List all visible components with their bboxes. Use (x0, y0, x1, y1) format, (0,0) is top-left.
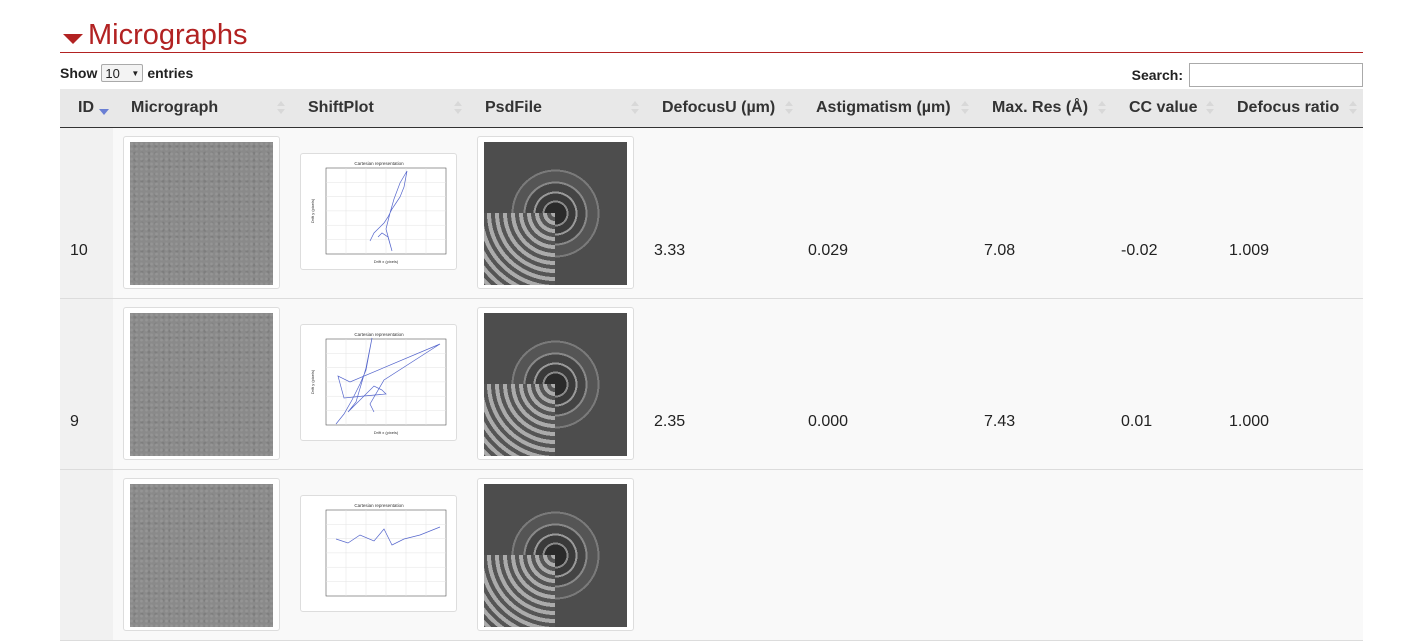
psd-simulated-quadrant (484, 213, 555, 285)
column-label: ID (78, 99, 94, 116)
search-control: Search: (1132, 63, 1363, 87)
defocus-ratio-value: 1.009 (1229, 242, 1270, 259)
section-title: Micrographs (88, 19, 248, 51)
psd-thumbnail[interactable] (477, 136, 634, 289)
plot-y-label: Drift y (pixels) (310, 198, 315, 223)
section-header-micrographs[interactable]: Micrographs (60, 14, 1363, 53)
astigmatism-value: 0.000 (808, 413, 849, 430)
table-row[interactable]: 10 3.33 0.029 7.08 -0.02 1.009 Cartesian repre… (60, 128, 1363, 299)
column-label: Astigmatism (µm) (816, 99, 951, 116)
table-header: ID Micrograph ShiftPlot PsdFile DefocusU… (60, 89, 1363, 128)
column-header-cc-value[interactable]: CC value (1129, 89, 1197, 127)
sort-icon (785, 101, 793, 115)
column-label: Micrograph (131, 99, 219, 116)
table-body: 10 3.33 0.029 7.08 -0.02 1.009 Cartesian repre… (60, 128, 1363, 641)
plot-title: Cartesian representation (354, 503, 404, 508)
sort-icon (1349, 101, 1357, 115)
sort-icon (961, 101, 969, 115)
shift-plot-chart: Cartesian representation (325, 503, 447, 597)
plot-x-label: Drift x (pixels) (374, 430, 399, 435)
table-row[interactable]: Cartesian representation (60, 470, 1363, 641)
max-res-value: 7.08 (984, 242, 1016, 259)
psd-image (484, 313, 627, 456)
column-label: Max. Res (Å) (992, 99, 1089, 116)
column-header-max-res[interactable]: Max. Res (Å) (992, 89, 1088, 127)
max-res-value: 7.43 (984, 413, 1016, 430)
column-label: Defocus ratio (1237, 99, 1340, 116)
shift-plot-chart: Cartesian representation Drift x (pixels)… (310, 161, 447, 264)
plot-title: Cartesian representation (354, 332, 404, 337)
psd-simulated-quadrant (484, 384, 555, 456)
sort-icon (1206, 101, 1214, 115)
entries-select[interactable]: 10 ▼ (101, 64, 144, 82)
search-label: Search: (1131, 67, 1183, 83)
cc-value: -0.02 (1121, 242, 1158, 259)
sort-icon (631, 101, 639, 115)
micrograph-thumbnail[interactable] (123, 136, 280, 289)
column-label: ShiftPlot (308, 99, 374, 116)
show-label: Show (60, 65, 98, 81)
sort-icon (454, 101, 462, 115)
column-label: DefocusU (µm) (662, 99, 776, 116)
id-cell (60, 470, 113, 640)
column-header-shiftplot[interactable]: ShiftPlot (308, 89, 374, 127)
cc-value: 0.01 (1121, 413, 1153, 430)
shiftplot-thumbnail[interactable]: Cartesian representation (300, 495, 457, 612)
micrographs-table: ID Micrograph ShiftPlot PsdFile DefocusU… (60, 89, 1363, 641)
shiftplot-thumbnail[interactable]: Cartesian representation Drift x (pixels)… (300, 153, 457, 270)
column-header-astigmatism[interactable]: Astigmatism (µm) (816, 89, 951, 127)
micrograph-image (130, 484, 273, 627)
column-header-defocus-ratio[interactable]: Defocus ratio (1237, 89, 1339, 127)
sort-icon (1098, 101, 1106, 115)
psd-simulated-quadrant (484, 555, 555, 627)
micrograph-thumbnail[interactable] (123, 307, 280, 460)
psd-thumbnail[interactable] (477, 307, 634, 460)
defocus-u-value: 3.33 (654, 242, 686, 259)
entries-select-value: 10 (105, 65, 120, 81)
id-cell (60, 299, 113, 469)
id-value: 10 (70, 242, 88, 259)
select-arrow-icon: ▼ (131, 68, 140, 78)
micrograph-image (130, 142, 273, 285)
defocus-u-value: 2.35 (654, 413, 686, 430)
micrograph-thumbnail[interactable] (123, 478, 280, 631)
column-label: PsdFile (485, 99, 542, 116)
page-length-control: Show 10 ▼ entries (60, 64, 193, 82)
column-header-id[interactable]: ID (78, 89, 94, 127)
column-header-micrograph[interactable]: Micrograph (131, 89, 218, 127)
psd-thumbnail[interactable] (477, 478, 634, 631)
psd-image (484, 484, 627, 627)
column-header-defocusu[interactable]: DefocusU (µm) (662, 89, 775, 127)
plot-title: Cartesian representation (354, 161, 404, 166)
plot-x-label: Drift x (pixels) (374, 259, 399, 264)
defocus-ratio-value: 1.000 (1229, 413, 1270, 430)
shift-plot-chart: Cartesian representation Drift x (pixels)… (310, 332, 447, 435)
astigmatism-value: 0.029 (808, 242, 849, 259)
plot-y-label: Drift y (pixels) (310, 369, 315, 394)
table-row[interactable]: 9 2.35 0.000 7.43 0.01 1.000 Cartesian represe… (60, 299, 1363, 470)
id-value: 9 (70, 413, 79, 430)
sort-descending-icon (99, 109, 109, 115)
column-label: CC value (1129, 99, 1198, 116)
sort-icon (277, 101, 285, 115)
entries-label: entries (147, 65, 194, 81)
micrograph-image (130, 313, 273, 456)
id-cell (60, 128, 113, 298)
search-input[interactable] (1189, 63, 1363, 87)
shiftplot-thumbnail[interactable]: Cartesian representation Drift x (pixels)… (300, 324, 457, 441)
collapse-caret-icon[interactable] (63, 34, 83, 44)
psd-image (484, 142, 627, 285)
table-controls: Show 10 ▼ entries Search: (60, 62, 1363, 90)
column-header-psdfile[interactable]: PsdFile (485, 89, 542, 127)
